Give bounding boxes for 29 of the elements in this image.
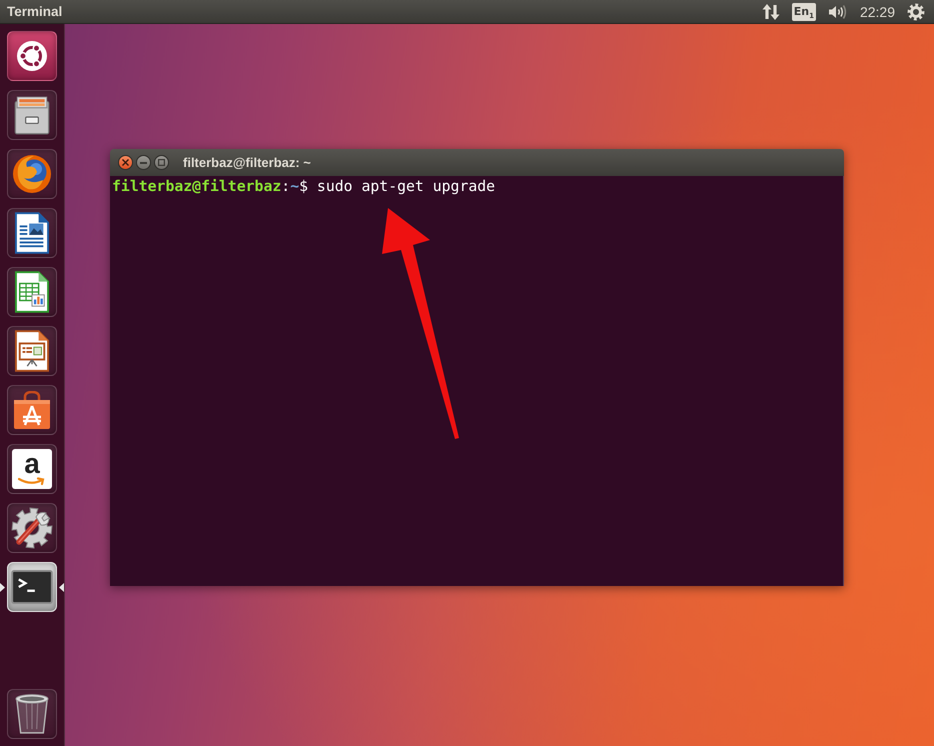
presentation-icon	[15, 330, 49, 372]
minimize-icon	[140, 162, 147, 164]
up-down-arrows-icon[interactable]	[762, 2, 780, 20]
spreadsheet-icon	[15, 271, 49, 313]
file-cabinet-icon	[14, 96, 50, 134]
smile-arrow-icon	[18, 477, 46, 486]
logo-letter: a	[24, 452, 40, 476]
ring-logo-icon	[17, 41, 47, 71]
terminal-prompt-icon	[11, 570, 53, 604]
fox-globe-icon	[12, 154, 52, 194]
close-button[interactable]	[118, 155, 133, 170]
focus-arrow-icon	[59, 582, 64, 592]
launcher-button[interactable]: a	[7, 444, 57, 494]
clock-button[interactable]: 22:29	[860, 4, 895, 20]
terminal-line: filterbaz@filterbaz:~$ sudo apt-get upgrade	[112, 178, 496, 196]
gear-wrench-icon	[11, 507, 53, 549]
shopping-bag-icon	[13, 390, 51, 430]
maximize-icon	[158, 159, 165, 166]
window-title: filterbaz@filterbaz: ~	[183, 155, 311, 170]
minimize-button[interactable]	[136, 155, 151, 170]
app-title: Terminal	[7, 4, 62, 19]
gear-icon[interactable]	[907, 2, 925, 20]
keyboard-layout-button[interactable]: En$_{1}$	[792, 2, 816, 20]
speaker-icon[interactable]	[828, 4, 848, 20]
launcher-button[interactable]	[7, 562, 57, 612]
text-document-icon	[15, 212, 49, 254]
maximize-button[interactable]	[154, 155, 169, 170]
close-icon	[122, 159, 129, 166]
trash-can-icon	[15, 693, 49, 735]
